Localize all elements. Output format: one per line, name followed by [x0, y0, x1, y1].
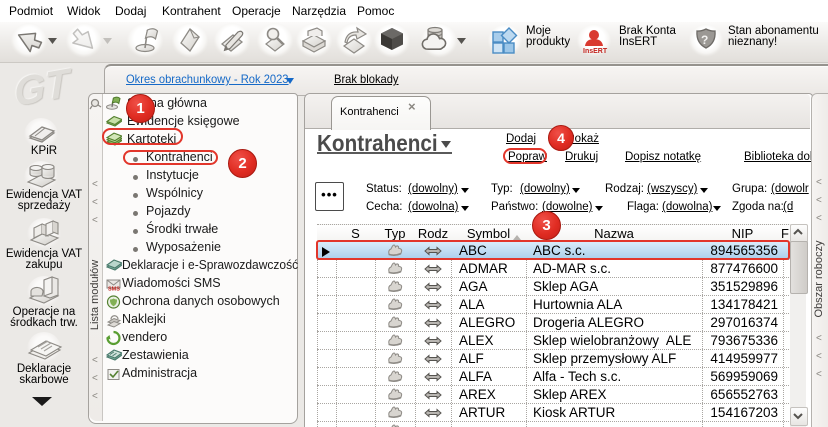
svg-text:SMS: SMS — [108, 287, 120, 293]
